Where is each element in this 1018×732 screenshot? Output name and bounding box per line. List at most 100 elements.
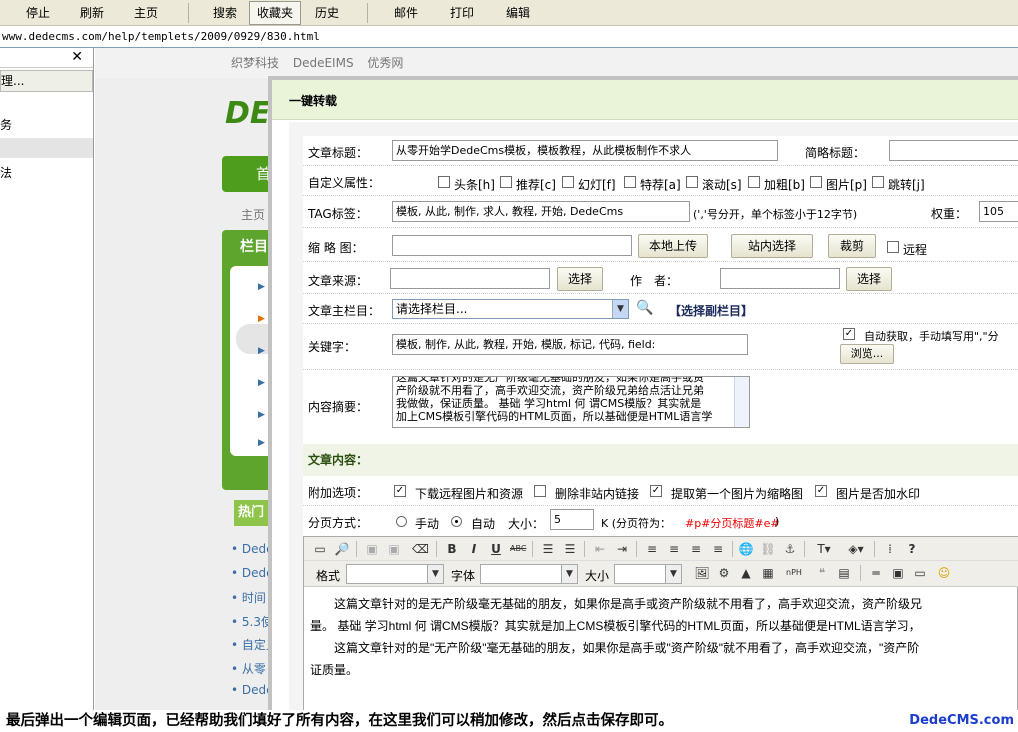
list-item[interactable]: • Dede <box>231 542 271 566</box>
font-select[interactable]: ▼ <box>480 564 578 584</box>
top-link[interactable]: 优秀网 <box>367 56 403 70</box>
watermark-checkbox[interactable]: ✓ <box>815 485 827 497</box>
underline-icon[interactable]: U <box>488 541 504 557</box>
indent-icon[interactable]: ⇥ <box>614 541 630 557</box>
table-icon[interactable]: ▤ <box>836 565 852 581</box>
link-icon[interactable]: 🌐 <box>738 541 754 557</box>
ordered-list-icon[interactable]: ☰ <box>540 541 556 557</box>
size-select[interactable]: ▼ <box>614 564 682 584</box>
attr-checkbox[interactable] <box>686 176 698 188</box>
list-item[interactable]: • Dede <box>231 566 271 590</box>
site-select-button[interactable]: 站内选择 <box>731 234 813 258</box>
paste-icon[interactable]: ▣ <box>364 541 380 557</box>
chevron-down-icon[interactable]: ▼ <box>665 565 681 583</box>
image-icon[interactable]: 🖼 <box>694 565 710 581</box>
download-remote-checkbox[interactable]: ✓ <box>394 485 406 497</box>
list-item[interactable]: • 从零 <box>231 660 271 684</box>
bg-color-icon[interactable]: ◈▾ <box>844 541 868 557</box>
weight-input[interactable]: 105 <box>979 201 1018 222</box>
browse-button[interactable]: 浏览... <box>840 344 894 364</box>
attr-checkbox[interactable] <box>872 176 884 188</box>
hot-tab[interactable]: 热门 <box>234 500 270 526</box>
attr-checkbox[interactable] <box>624 176 636 188</box>
media-icon[interactable]: ▲ <box>738 565 754 581</box>
thumbnail-input[interactable] <box>392 235 632 256</box>
paste-text-icon[interactable]: ▣ <box>386 541 402 557</box>
attr-checkbox[interactable] <box>562 176 574 188</box>
chevron-down-icon[interactable]: ▼ <box>561 565 577 583</box>
paging-auto-radio[interactable] <box>451 516 462 527</box>
local-upload-button[interactable]: 本地上传 <box>638 234 708 258</box>
source-select-button[interactable]: 选择 <box>557 267 603 291</box>
remove-links-checkbox[interactable] <box>534 485 546 497</box>
format-select[interactable]: ▼ <box>346 564 444 584</box>
author-select-button[interactable]: 选择 <box>846 267 892 291</box>
summary-textarea[interactable]: 这篇文章针对的是无产阶级毫无基础的朋友，如果你是高手或资 产阶级就不用看了，高手… <box>392 376 750 428</box>
editor-body[interactable]: 这篇文章针对的是无产阶级毫无基础的朋友，如果你是高手或资产阶级就不用看了，高手欢… <box>304 589 1018 710</box>
source-icon[interactable]: ▭ <box>312 541 328 557</box>
attr-checkbox[interactable] <box>748 176 760 188</box>
list-item[interactable]: • 自定义 <box>231 636 271 660</box>
home-button[interactable]: 主页 <box>120 1 172 25</box>
close-icon[interactable]: ✕ <box>71 49 83 65</box>
help-icon[interactable]: ? <box>904 541 920 557</box>
align-justify-icon[interactable]: ≡ <box>710 541 726 557</box>
history-button[interactable]: 历史 <box>303 1 351 25</box>
code-icon[interactable]: nPH <box>786 565 802 581</box>
source-input[interactable] <box>390 268 550 289</box>
list-item[interactable]: • Dede <box>231 683 271 707</box>
text-color-icon[interactable]: T▾ <box>812 541 836 557</box>
stop-button[interactable]: 停止 <box>12 1 64 25</box>
refresh-button[interactable]: 刷新 <box>66 1 118 25</box>
strikethrough-icon[interactable]: ABC <box>510 541 526 557</box>
list-item[interactable]: • 时间 <box>231 589 271 613</box>
favorites-button[interactable]: 收藏夹 <box>249 0 301 25</box>
unlink-icon[interactable]: ⛓ <box>760 541 776 557</box>
attr-checkbox[interactable] <box>810 176 822 188</box>
anchor-icon[interactable]: ⚓ <box>782 541 798 557</box>
favorites-item[interactable]: 法 <box>0 162 93 184</box>
attr-checkbox[interactable] <box>500 176 512 188</box>
favorites-item[interactable]: 务 <box>0 114 93 136</box>
smiley-icon[interactable]: ☺ <box>936 565 952 581</box>
sub-column-link[interactable]: 【选择副栏目】 <box>669 302 753 319</box>
italic-icon[interactable]: I <box>466 541 482 557</box>
unordered-list-icon[interactable]: ☰ <box>562 541 578 557</box>
author-input[interactable] <box>720 268 840 289</box>
organize-favorites-button[interactable]: 理... <box>0 70 93 92</box>
title-input[interactable]: 从零开始学DedeCms模板，模板教程，从此模板制作不求人 <box>392 140 778 161</box>
align-left-icon[interactable]: ≡ <box>644 541 660 557</box>
bold-icon[interactable]: B <box>444 541 460 557</box>
file-icon[interactable]: ▦ <box>760 565 776 581</box>
eraser-icon[interactable]: ⌫ <box>412 541 429 557</box>
chevron-down-icon[interactable]: ▼ <box>427 565 443 583</box>
page-size-input[interactable]: 5 <box>550 509 594 530</box>
search-icon[interactable]: 🔍 <box>636 300 653 316</box>
top-link[interactable]: DedeEIMS <box>293 56 354 70</box>
search-button[interactable]: 搜索 <box>203 1 247 25</box>
mail-button[interactable]: 邮件 <box>382 1 430 25</box>
first-image-thumb-checkbox[interactable]: ✓ <box>650 485 662 497</box>
special-char-icon[interactable]: ▣ <box>890 565 906 581</box>
remote-checkbox[interactable] <box>887 241 899 253</box>
column-select[interactable]: 请选择栏目... ▼ <box>392 299 629 319</box>
preview-icon[interactable]: 🔎 <box>334 541 350 557</box>
page-break-icon[interactable]: ⁞ <box>882 541 898 557</box>
quote-icon[interactable]: ❝ <box>814 565 830 581</box>
address-bar[interactable]: www.dedecms.com/help/templets/2009/0929/… <box>0 27 1018 48</box>
tag-input[interactable]: 模板, 从此, 制作, 求人, 教程, 开始, DedeCms <box>392 201 690 222</box>
short-title-input[interactable] <box>889 140 1018 161</box>
favorites-item-selected[interactable] <box>0 138 93 158</box>
outdent-icon[interactable]: ⇤ <box>592 541 608 557</box>
fullscreen-icon[interactable]: ▭ <box>912 565 928 581</box>
top-link[interactable]: 织梦科技 <box>231 56 279 70</box>
keyword-input[interactable]: 模板, 制作, 从此, 教程, 开始, 模版, 标记, 代码, field: <box>392 334 748 355</box>
print-button[interactable]: 打印 <box>432 1 492 25</box>
rule-icon[interactable]: ═ <box>868 565 884 581</box>
attr-checkbox[interactable] <box>438 176 450 188</box>
paging-manual-radio[interactable] <box>396 516 407 527</box>
nav-home[interactable]: 首 <box>222 156 271 192</box>
list-item[interactable]: • 5.3使 <box>231 613 271 637</box>
chevron-down-icon[interactable]: ▼ <box>612 300 628 318</box>
auto-get-checkbox[interactable]: ✓ <box>843 328 855 340</box>
